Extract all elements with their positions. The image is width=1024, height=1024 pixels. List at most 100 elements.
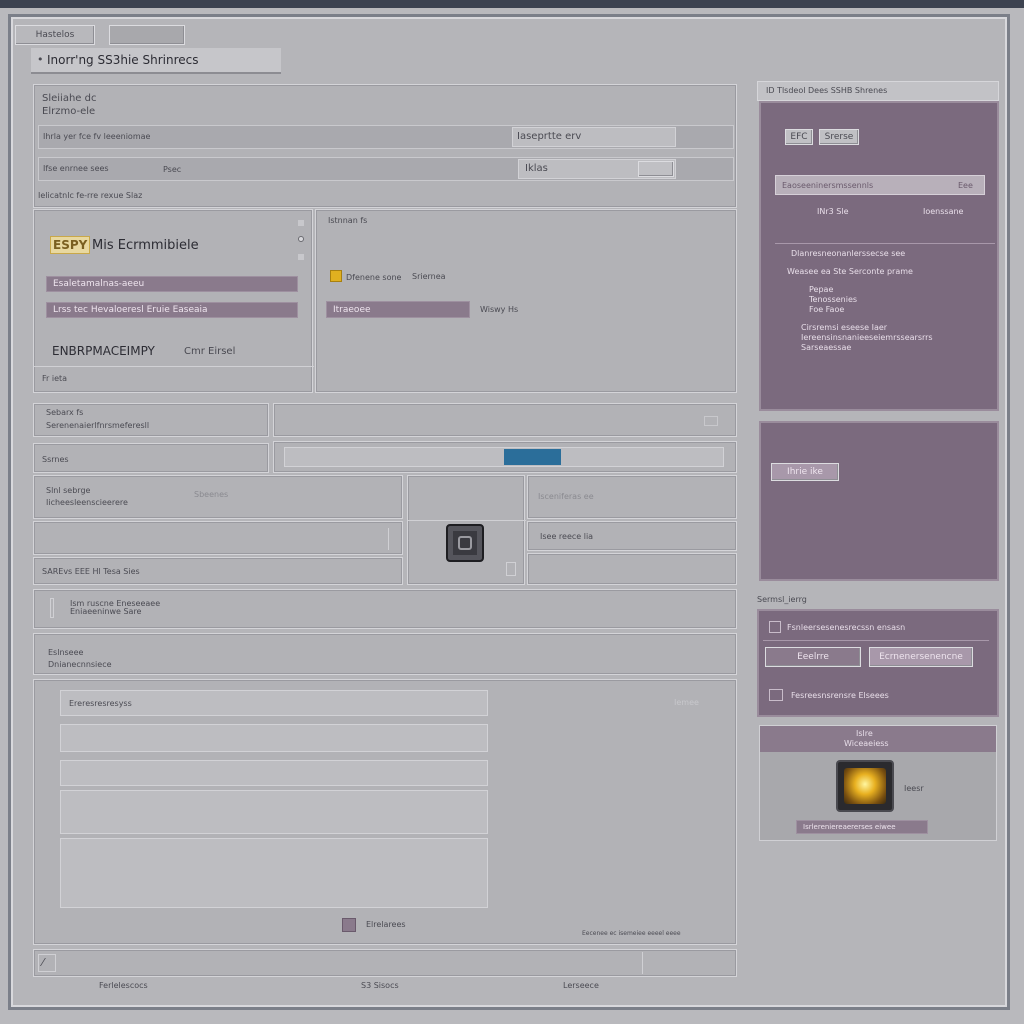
row3-left-bottom: Ssrnes: [33, 443, 269, 473]
grid-right-2: Isee reece lia: [527, 521, 737, 551]
right-list-row3[interactable]: Fesreesnsrensre Elseees: [763, 683, 989, 711]
details-line6: Cirsremsi eseese Iaer: [801, 323, 888, 332]
grid-cell2-handle[interactable]: [388, 528, 396, 550]
row5-label1: Eslnseee: [48, 648, 84, 657]
right-list-row1-icon: [769, 621, 781, 633]
line-row-label2: Eniaeeninwe Sare: [70, 607, 142, 616]
row5: Eslnseee Dnianecnnsiece: [33, 633, 737, 675]
row3-label2: Serenenaierlfnrsmeferesll: [46, 421, 150, 430]
feature-bar-2[interactable]: Lrss tec Hevaloeresl Eruie Easeaia: [46, 302, 298, 318]
list-item-5[interactable]: [60, 838, 488, 908]
icon-cell-divider: [408, 520, 526, 521]
line-row: Ism ruscne Eneseeaee Eniaeeninwe Sare: [33, 589, 737, 629]
list-item-2[interactable]: [60, 724, 488, 752]
grid-cell1-title: Slnl sebrge: [46, 486, 91, 495]
tab-hastelos[interactable]: Hastelos: [15, 25, 95, 45]
grid-cell3-label: SAREvs EEE Hl Tesa Sies: [42, 567, 140, 576]
feature-bar-1[interactable]: Esaletamalnas-aeeu: [46, 276, 298, 292]
status-item-1: Ferlelescocs: [99, 981, 148, 990]
details-bar-right: Eee: [958, 181, 973, 190]
details-line2: Weasee ea Ste Serconte prame: [787, 267, 913, 276]
list-footer-right: Eecenee ec isemeiee eeeel eeee: [582, 930, 681, 937]
options-checkbox[interactable]: [330, 270, 342, 282]
options-panel: Istnnan fs Dfenene sone Sriernea Itraeoe…: [315, 209, 737, 393]
feature-big-label: ENBRPMACEIMPY: [52, 344, 155, 358]
tag-srerse[interactable]: Srerse: [819, 129, 859, 145]
row2-right-value: Iklas: [525, 163, 548, 174]
grid-right-mid-label: Isee reece lia: [540, 532, 594, 541]
row2-right-button[interactable]: [638, 161, 674, 177]
details-line8: Sarseaessae: [801, 343, 852, 352]
right-panel-action: Ihrie ike: [759, 421, 999, 581]
list-item1-label: Ereresresresyss: [69, 699, 132, 708]
device-icon[interactable]: [446, 524, 484, 562]
right-list-btn2[interactable]: Ecrnenersenencne: [869, 647, 973, 667]
right-list-row1[interactable]: Fsnleersesenesrecssn ensasn: [763, 615, 989, 641]
scroll-dot-2: [298, 236, 304, 242]
row3-corner-glyph: [704, 416, 718, 426]
grid-right-top-label: Isceniferas ee: [538, 492, 594, 501]
media-card-footer[interactable]: Isrlereniereaererses eiwee: [796, 820, 928, 834]
title-row: • Inorr'ng SS3hie Shrinrecs: [31, 48, 281, 74]
form-footnote: Ielicatnlc fe-rre rexue Slaz: [38, 191, 143, 200]
list-item-1[interactable]: Ereresresresyss: [60, 690, 488, 716]
legend-swatch: [342, 918, 356, 932]
details-line4: Tenossenies: [809, 295, 858, 304]
status-bar: Ferlelescocs S3 Sisocs Lerseece: [33, 979, 737, 997]
section-subheading: Elrzmo-ele: [42, 106, 96, 117]
media-card-sub: Wiceaeiess: [844, 739, 889, 748]
grid-cell-2: [33, 521, 403, 555]
line-row-marker: [50, 598, 54, 618]
tab-secondary[interactable]: [109, 25, 185, 45]
section-heading: Sleiiahe dc: [42, 93, 97, 104]
media-thumbnail-glow: [844, 768, 886, 804]
details-sub1: INr3 Sle: [817, 207, 849, 216]
right-panel-details: EFC Srerse Eaoseeninersmssennls Eee INr3…: [759, 101, 999, 411]
feature-big-suffix: Cmr Eirsel: [184, 346, 236, 357]
right-list-btn1[interactable]: Eeelrre: [765, 647, 861, 667]
right-header-label: ID Tlsdeol Dees SSHB Shrenes: [766, 86, 888, 95]
action-button[interactable]: Ihrie ike: [771, 463, 839, 481]
row1-value-field[interactable]: Iaseprtte erv: [512, 127, 676, 147]
media-card: Islre Wiceaeiess Ieesr Isrlereniereaerer…: [759, 725, 997, 841]
list-area: Ereresresresyss Iemee Elrelarees Eecenee…: [33, 679, 737, 945]
legend-label: Elrelarees: [366, 920, 406, 929]
grid-right-3: [527, 553, 737, 585]
grid-cell1-right: Sbeenes: [194, 490, 229, 499]
title-bullet-icon: •: [37, 53, 44, 66]
list-item-4[interactable]: [60, 790, 488, 834]
list-item-3[interactable]: [60, 760, 488, 786]
logo-badge: ESPY: [50, 236, 90, 254]
grid-cell-1: Slnl sebrge Iicheesleenscieerere Sbeenes: [33, 475, 403, 519]
tag-efc[interactable]: EFC: [785, 129, 813, 145]
form-panel: Sleiiahe dc Elrzmo-ele Ihrla yer fce fv …: [33, 84, 737, 208]
options-checkbox-label2: Sriernea: [412, 272, 446, 281]
media-thumbnail-icon[interactable]: [836, 760, 894, 812]
window-title: Inorr'ng SS3hie Shrinrecs: [47, 53, 199, 67]
row3-label1: Sebarx fs: [46, 408, 84, 417]
details-line3: Pepae: [809, 285, 834, 294]
row3-left-top: Sebarx fs Serenenaierlfnrsmeferesll: [33, 403, 269, 437]
details-bar-label: Eaoseeninersmssennls: [782, 181, 874, 190]
application-window: Hastelos • Inorr'ng SS3hie Shrinrecs Sle…: [8, 14, 1010, 1010]
row3-label3: Ssrnes: [42, 455, 69, 464]
bottom-input-row: ⁄: [33, 949, 737, 977]
feature-divider: [34, 366, 314, 367]
options-bar[interactable]: Itraeoee: [326, 301, 470, 318]
icon-cell: [407, 475, 526, 585]
right-list-item3: Fesreesnsrensre Elseees: [791, 691, 889, 700]
scroll-indicator[interactable]: [296, 218, 306, 266]
scroll-dot-1: [298, 220, 304, 226]
row2-label: Ifse enrnee sees: [43, 164, 109, 173]
row1-label: Ihrla yer fce fv leeeniomae: [43, 132, 151, 141]
status-item-2: S3 Sisocs: [361, 981, 399, 990]
details-bar[interactable]: Eaoseeninersmssennls Eee: [775, 175, 985, 195]
media-card-side: Ieesr: [904, 784, 924, 793]
details-line1: Dlanresneonanlerssecse see: [791, 249, 906, 258]
right-list: Fsnleersesenesrecssn ensasn Eeelrre Ecrn…: [757, 609, 999, 717]
feature-title: Mis Ecrmmibiele: [92, 238, 199, 253]
right-section-label: Sermsl_ierrg: [757, 595, 807, 604]
media-card-title: Islre: [856, 729, 873, 738]
options-heading: Istnnan fs: [328, 216, 368, 225]
bottom-edit-icon[interactable]: ⁄: [38, 954, 56, 972]
